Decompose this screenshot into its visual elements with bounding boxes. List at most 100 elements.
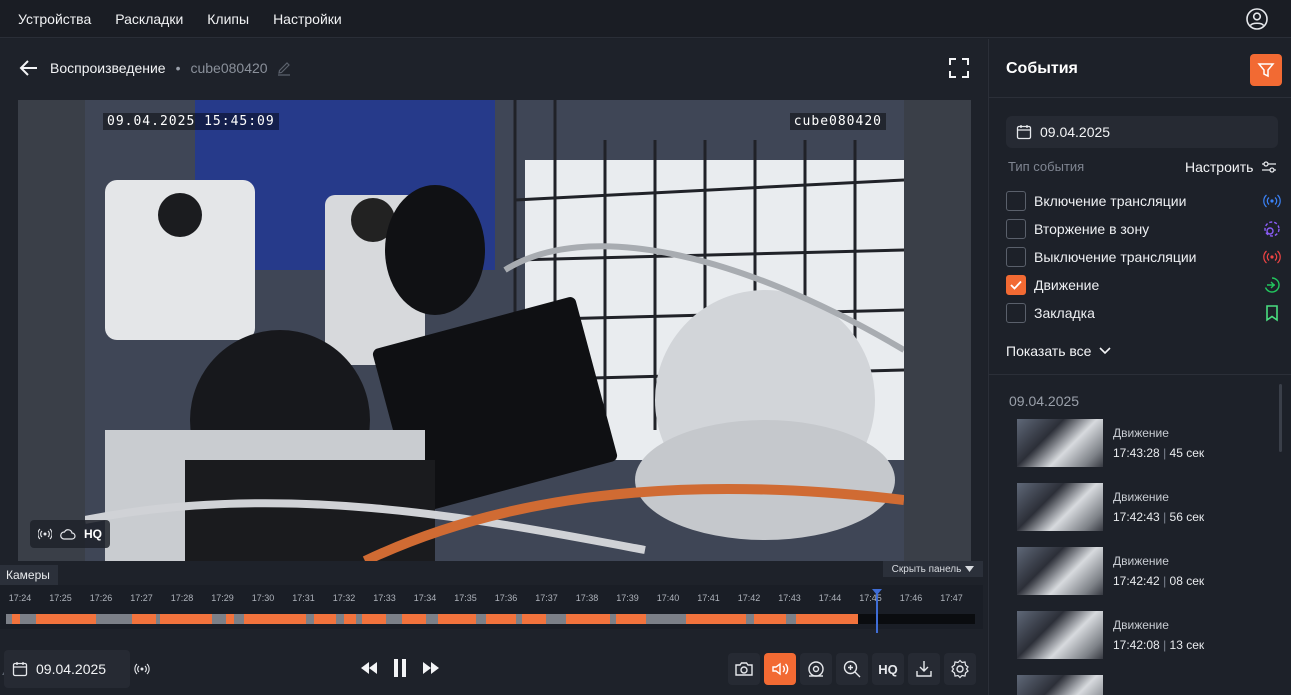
video-frame[interactable]: 09.04.2025 15:45:09 cube080420 [85, 100, 904, 561]
event-type-label: Вторжение в зону [1034, 221, 1150, 237]
ptz-button[interactable] [800, 653, 832, 685]
motion-segment[interactable] [36, 614, 96, 624]
motion-segment[interactable] [314, 614, 336, 624]
event-item[interactable]: Движение 17:43:28 | 45 сек [1017, 419, 1267, 467]
camera-name: cube080420 [190, 60, 268, 76]
sliders-icon [1262, 161, 1277, 173]
fullscreen-icon[interactable] [948, 57, 970, 79]
checkbox[interactable] [1006, 303, 1026, 323]
recording-track[interactable] [6, 614, 975, 624]
events-scrollbar[interactable] [1279, 384, 1282, 452]
checkbox[interactable] [1006, 191, 1026, 211]
transport [360, 658, 440, 678]
hide-panel-label: Скрыть панель [891, 563, 962, 575]
pencil-icon[interactable] [276, 60, 292, 76]
hq-button[interactable]: HQ [872, 653, 904, 685]
settings-button[interactable] [944, 653, 976, 685]
hq-badge: HQ [84, 527, 102, 541]
download-icon [916, 661, 932, 677]
tab-cameras[interactable]: Камеры [0, 565, 58, 585]
events-panel: События 09.04.2025 Тип события Настроить… [988, 39, 1291, 695]
back-arrow-icon[interactable] [18, 57, 40, 79]
dome-camera-icon [808, 661, 824, 677]
playback-controls: 09.04.2025 HQ [0, 646, 987, 695]
motion-segment[interactable] [362, 614, 386, 624]
motion-segment[interactable] [486, 614, 516, 624]
profile-icon[interactable] [1245, 7, 1269, 31]
timeline-tick-label: 17:38 [575, 593, 599, 603]
top-nav: Устройства Раскладки Клипы Настройки [0, 0, 1291, 38]
motion-segment[interactable] [132, 614, 156, 624]
timeline-tick-label: 17:33 [373, 593, 396, 603]
motion-segment[interactable] [754, 614, 786, 624]
filter-button[interactable] [1250, 54, 1282, 86]
date-picker[interactable]: 09.04.2025 [4, 650, 130, 688]
event-type-bookmark[interactable]: Закладка [1006, 303, 1281, 323]
motion-segment[interactable] [226, 614, 234, 624]
show-all-button[interactable]: Показать все [1006, 343, 1112, 359]
pause-icon[interactable] [392, 658, 408, 678]
event-item[interactable]: Движение 17:42:08 | 13 сек [1017, 611, 1267, 659]
events-date-value: 09.04.2025 [1040, 124, 1111, 140]
motion-segment[interactable] [686, 614, 746, 624]
checkbox[interactable] [1006, 219, 1026, 239]
nav-settings[interactable]: Настройки [273, 11, 342, 27]
event-item[interactable]: Движение 17:42:42 | 08 сек [1017, 547, 1267, 595]
event-name: Движение [1113, 490, 1169, 504]
timeline[interactable]: 17:24 17:25 17:26 17:27 17:28 17:29 17:30 17:31… [0, 585, 983, 633]
event-item[interactable] [1017, 675, 1267, 695]
live-broadcast-icon [38, 528, 52, 540]
nav-layouts[interactable]: Раскладки [115, 11, 183, 27]
motion-segment[interactable] [12, 614, 20, 624]
timeline-tick-label: 17:31 [292, 593, 315, 603]
motion-segment[interactable] [522, 614, 546, 624]
events-list-date: 09.04.2025 [1009, 393, 1080, 409]
event-item[interactable]: Движение 17:42:43 | 56 сек [1017, 483, 1267, 531]
timeline-tick-label: 17:37 [535, 593, 558, 603]
timeline-tick-label: 17:39 [616, 593, 639, 603]
checkbox-checked[interactable] [1006, 275, 1026, 295]
timeline-tick-label: 17:25 [49, 593, 72, 603]
calendar-icon [12, 662, 28, 677]
event-name: Движение [1113, 618, 1169, 632]
fast-forward-icon[interactable] [422, 661, 440, 675]
hide-panel-button[interactable]: Скрыть панель [883, 561, 983, 577]
download-button[interactable] [908, 653, 940, 685]
speaker-icon [772, 662, 789, 676]
configure-button[interactable]: Настроить [1185, 159, 1277, 175]
motion-segment[interactable] [796, 614, 858, 624]
event-type-broadcast-on[interactable]: Включение трансляции [1006, 191, 1281, 211]
motion-segment[interactable] [344, 614, 356, 624]
event-type-motion[interactable]: Движение [1006, 275, 1281, 295]
nav-devices[interactable]: Устройства [18, 11, 91, 27]
event-type-label: Выключение трансляции [1034, 249, 1197, 265]
event-type-broadcast-off[interactable]: Выключение трансляции [1006, 247, 1281, 267]
playhead[interactable] [876, 591, 878, 633]
broadcast-on-icon [1263, 194, 1281, 208]
timeline-tick-label: 17:30 [251, 593, 275, 603]
timeline-tick-label: 17:43 [778, 593, 801, 603]
camera-icon [735, 662, 753, 676]
bookmark-icon [1266, 305, 1278, 322]
zoom-button[interactable] [836, 653, 868, 685]
rewind-icon[interactable] [360, 661, 378, 675]
motion-segment[interactable] [438, 614, 476, 624]
sound-button[interactable] [764, 653, 796, 685]
events-date-picker[interactable]: 09.04.2025 [1006, 116, 1278, 148]
video-container: 09.04.2025 15:45:09 cube080420 HQ [18, 100, 971, 561]
motion-segment[interactable] [566, 614, 610, 624]
motion-segment[interactable] [160, 614, 212, 624]
snapshot-button[interactable] [728, 653, 760, 685]
motion-segment[interactable] [402, 614, 426, 624]
playback-panel: Воспроизведение • cube080420 09.04.2025 … [0, 39, 987, 695]
motion-segment[interactable] [616, 614, 646, 624]
event-type-label: Закладка [1034, 305, 1095, 321]
nav-clips[interactable]: Клипы [207, 11, 249, 27]
timeline-tick-label: 17:44 [818, 593, 842, 603]
live-broadcast-icon[interactable] [134, 662, 150, 676]
motion-segment[interactable] [244, 614, 306, 624]
event-type-zone-intrusion[interactable]: Вторжение в зону [1006, 219, 1281, 239]
video-badges: HQ [30, 520, 110, 548]
timeline-tick-label: 17:27 [130, 593, 153, 603]
checkbox[interactable] [1006, 247, 1026, 267]
